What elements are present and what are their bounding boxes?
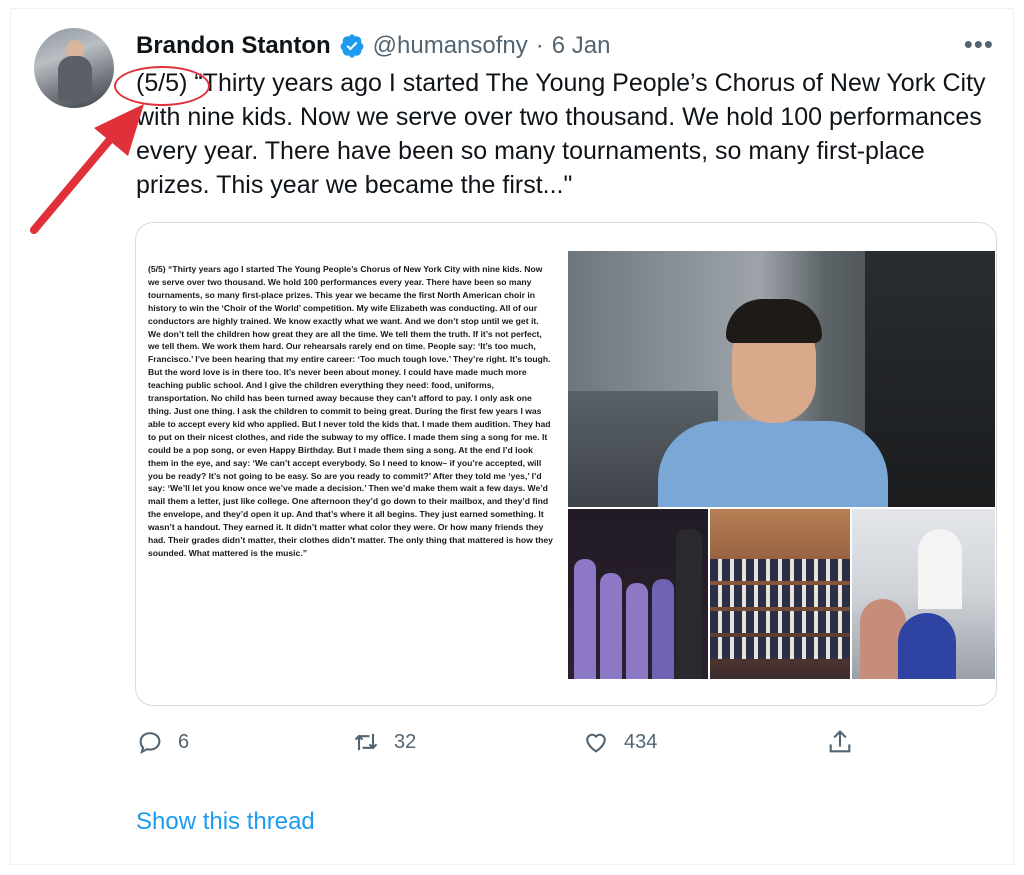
retweet-icon <box>354 733 378 751</box>
media-card[interactable]: (5/5) “Thirty years ago I started The Yo… <box>135 222 997 706</box>
author-handle[interactable]: @humansofny <box>373 32 528 60</box>
retweet-count: 32 <box>394 730 417 753</box>
choir-photo-stage[interactable] <box>710 509 850 679</box>
tweet-actions: 6 32 434 <box>136 728 896 764</box>
like-icon <box>586 733 606 753</box>
share-button[interactable] <box>826 728 854 756</box>
portrait-photo[interactable] <box>568 251 995 507</box>
tweet-header: Brandon Stanton @humansofny · 6 Jan <box>136 30 984 62</box>
choir-photo-singers[interactable] <box>568 509 708 679</box>
verified-badge-icon <box>340 34 364 58</box>
share-icon <box>829 730 851 753</box>
avatar[interactable] <box>34 28 114 108</box>
retweet-button[interactable]: 32 <box>352 728 416 756</box>
reply-button[interactable]: 6 <box>136 728 189 756</box>
like-button[interactable]: 434 <box>582 728 657 756</box>
show-thread-link[interactable]: Show this thread <box>136 808 315 836</box>
separator-dot: · <box>535 32 544 59</box>
like-count: 434 <box>624 730 658 753</box>
more-options-icon[interactable]: ••• <box>964 31 994 57</box>
reply-icon <box>139 732 161 755</box>
card-caption-image-text: (5/5) “Thirty years ago I started The Yo… <box>148 264 553 558</box>
reply-count: 6 <box>178 730 190 753</box>
rehearsal-photo[interactable] <box>852 509 995 679</box>
author-name[interactable]: Brandon Stanton <box>136 32 331 60</box>
tweet-date[interactable]: 6 Jan <box>552 32 611 60</box>
tweet-text: (5/5) “Thirty years ago I started The Yo… <box>136 69 986 199</box>
annotation-arrow-icon <box>30 104 144 234</box>
